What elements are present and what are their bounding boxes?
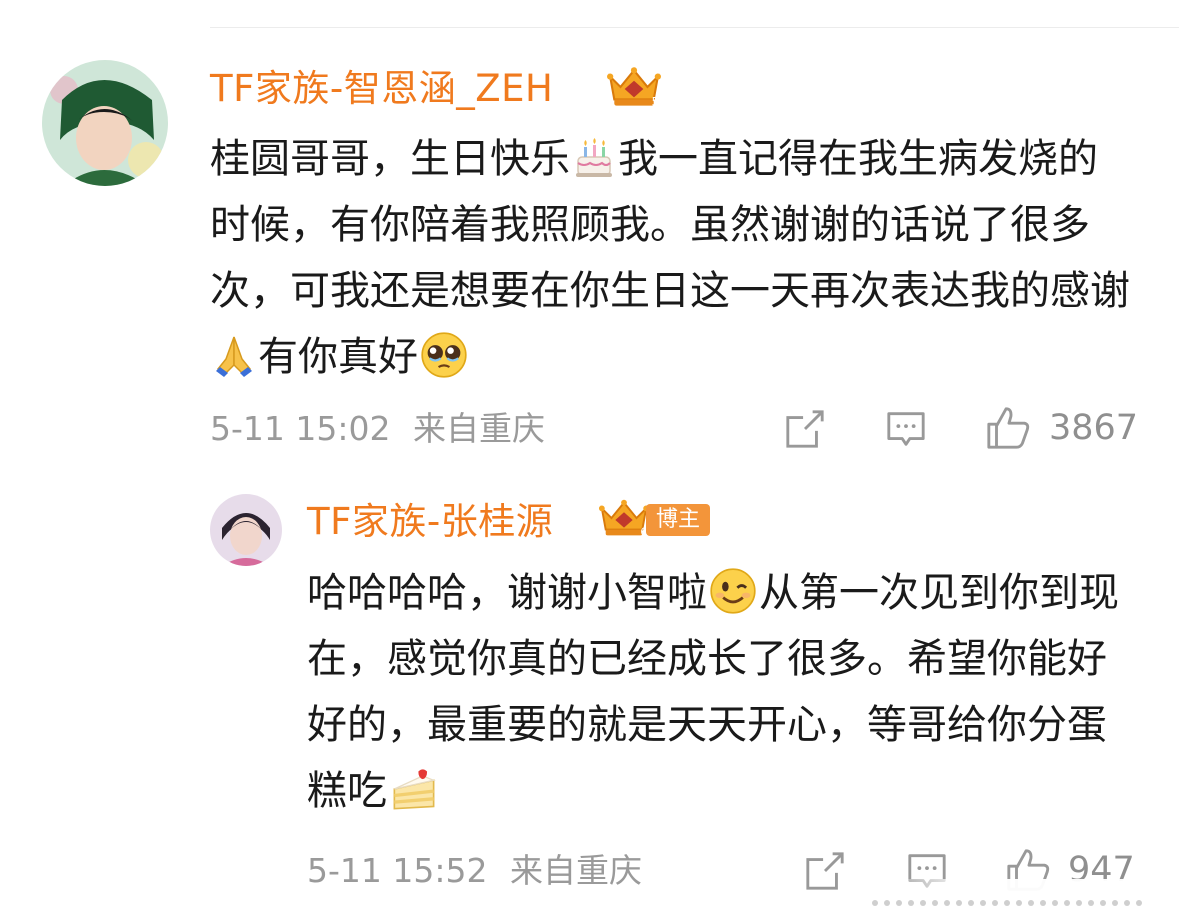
content-text-3: 有你真好 — [258, 334, 418, 380]
folded-hands-emoji — [216, 336, 252, 377]
share-icon[interactable] — [803, 850, 847, 892]
birthday-cake-emoji — [576, 138, 612, 177]
host-tag: 博主 — [646, 504, 711, 536]
reply-meta: 5-11 15:52 来自重庆 — [307, 854, 642, 887]
username[interactable]: TF家族-张桂源 — [307, 503, 553, 540]
watermark-overlay — [872, 879, 1179, 923]
crown-badge-icon: 6 — [598, 499, 650, 538]
badge-level: 5 — [652, 95, 659, 109]
pleading-face-emoji — [421, 332, 467, 378]
content-text-1: 哈哈哈哈，谢谢小智啦 — [307, 570, 707, 616]
reply-content: 哈哈哈哈，谢谢小智啦 从第一次见到你到现在，感觉你真的已经成长了很多。希望你能好… — [307, 560, 1137, 824]
comment-meta: 5-11 15:02 来自重庆 — [210, 412, 545, 445]
watermark-dots-icon — [872, 900, 1142, 906]
comment-date: 5-11 15:52 — [307, 851, 488, 890]
comment-content: 桂圆哥哥，生日快乐 我一直记得在我生病发烧的时候，有你陪着我照顾我。虽然谢谢的话… — [210, 126, 1130, 390]
crown-badge-icon: 5 — [607, 67, 661, 109]
like-count: 3867 — [1049, 408, 1139, 448]
shortcake-emoji — [393, 769, 436, 810]
avatar-photo — [210, 494, 282, 566]
username[interactable]: TF家族-智恩涵_ZEH — [210, 70, 553, 107]
avatar[interactable] — [210, 494, 282, 566]
top-divider — [210, 27, 1179, 28]
share-icon[interactable] — [783, 408, 827, 450]
thumb-up-icon[interactable] — [984, 405, 1032, 451]
comment-location: 来自重庆 — [510, 851, 642, 890]
avatar-photo — [42, 60, 168, 186]
comment-icon[interactable] — [884, 408, 928, 450]
content-text-1: 桂圆哥哥，生日快乐 — [210, 136, 570, 182]
winking-face-emoji — [710, 568, 756, 614]
avatar[interactable] — [42, 60, 168, 186]
comment-date: 5-11 15:02 — [210, 409, 391, 448]
comment-location: 来自重庆 — [413, 409, 545, 448]
